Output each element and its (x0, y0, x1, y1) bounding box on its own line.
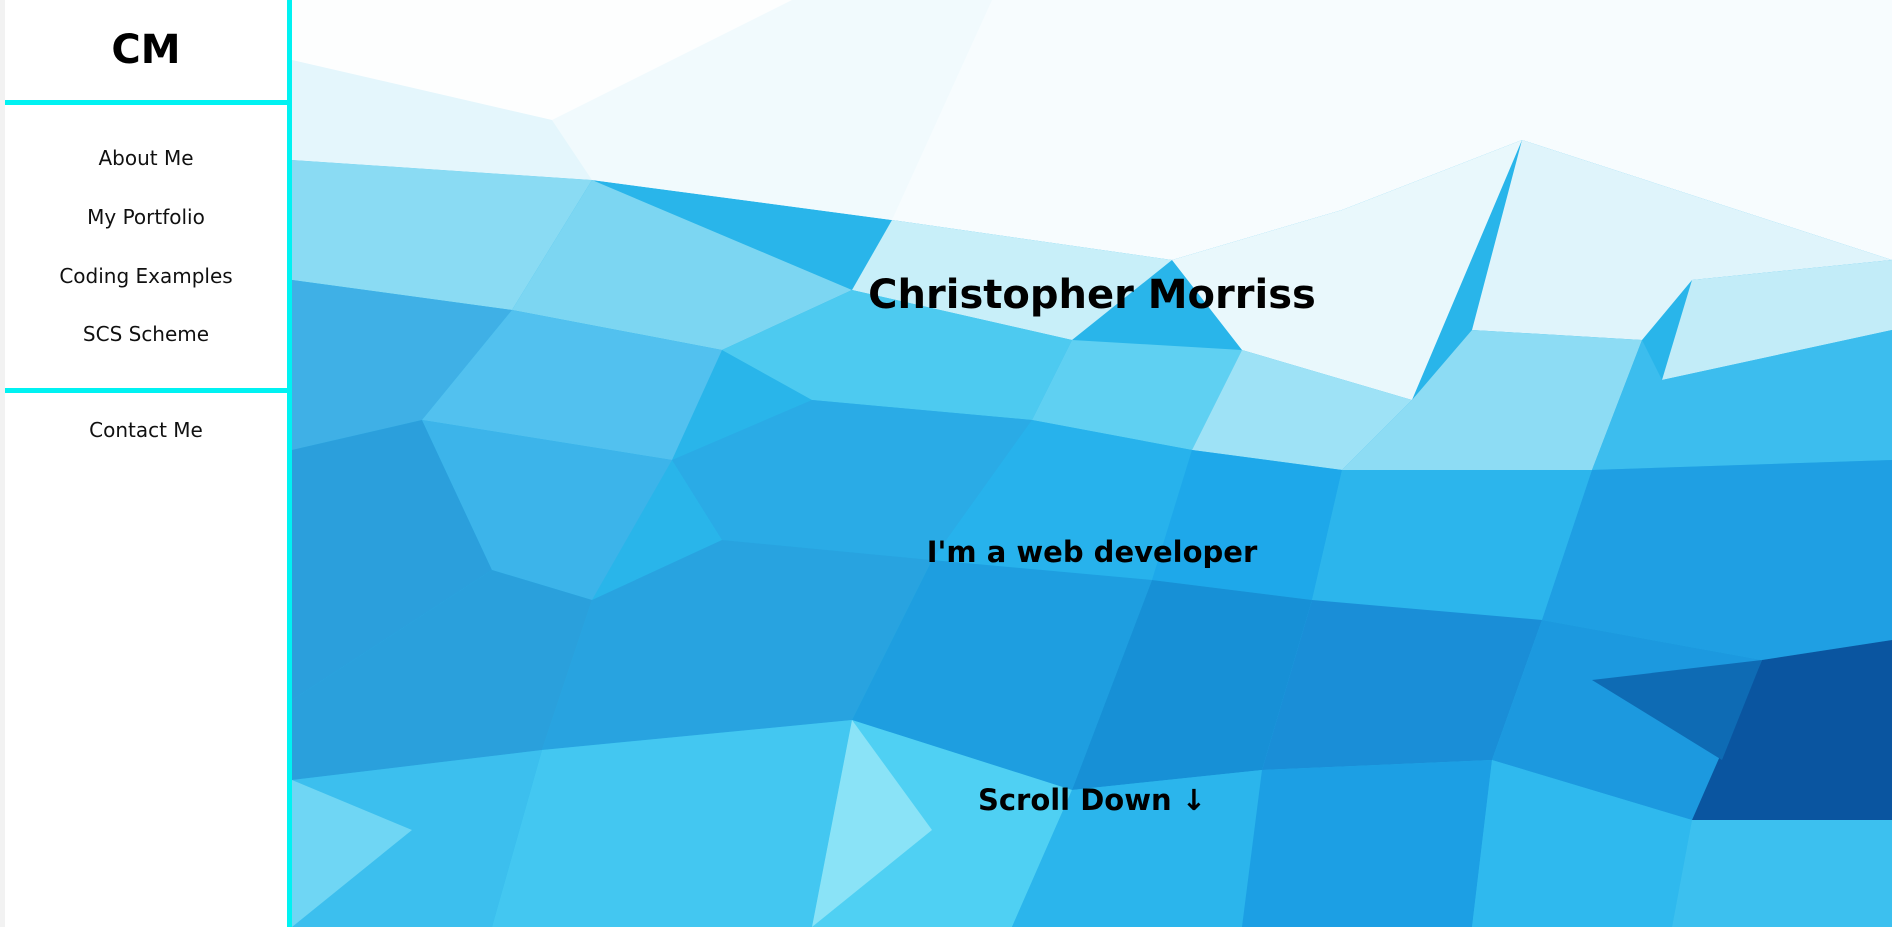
page: CM About Me My Portfolio Coding Examples… (0, 0, 1892, 927)
hero-section: Christopher Morriss I'm a web developer … (292, 0, 1892, 927)
sidebar-divider-top (5, 100, 287, 105)
nav-item-scs-scheme[interactable]: SCS Scheme (5, 319, 287, 349)
nav-item-coding-examples[interactable]: Coding Examples (5, 261, 287, 291)
sidebar: CM About Me My Portfolio Coding Examples… (0, 0, 287, 927)
nav-item-about-me[interactable]: About Me (5, 143, 287, 173)
sidebar-divider-bottom (5, 388, 287, 393)
nav-item-my-portfolio[interactable]: My Portfolio (5, 202, 287, 232)
hero-tagline: I'm a web developer (926, 535, 1258, 569)
hero-name-heading: Christopher Morriss (868, 272, 1316, 318)
nav-item-contact-me[interactable]: Contact Me (5, 415, 287, 445)
site-logo[interactable]: CM (5, 0, 287, 100)
scroll-down-link[interactable]: Scroll Down ↓ (292, 783, 1892, 817)
